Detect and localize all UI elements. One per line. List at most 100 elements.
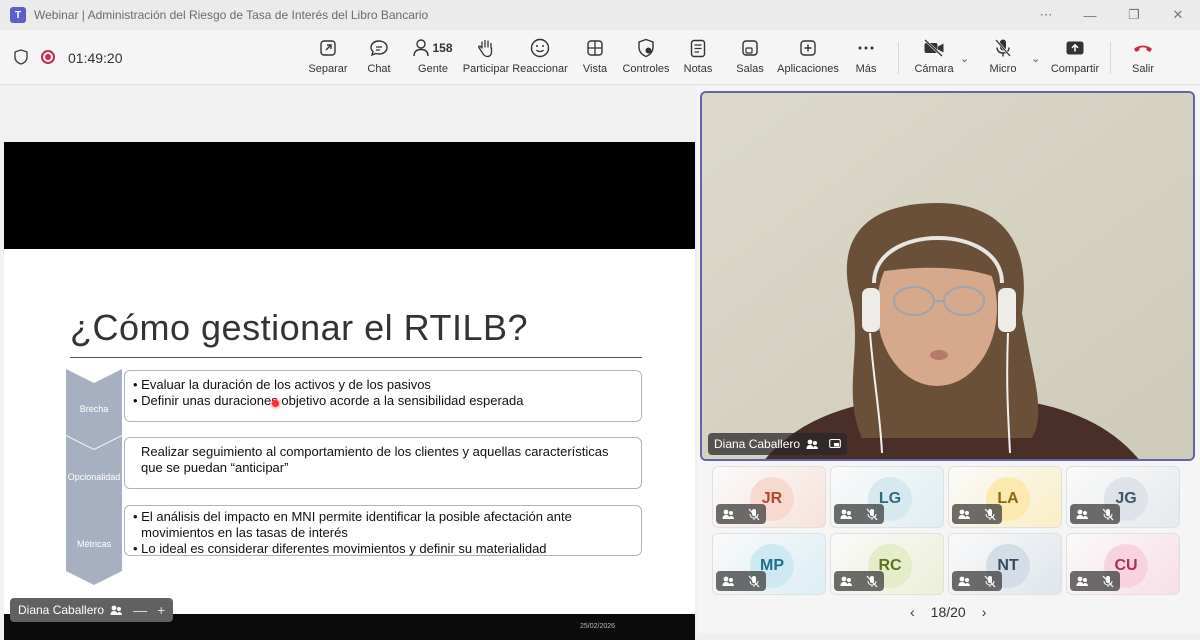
hang-up-icon <box>1132 38 1154 58</box>
participant-tile[interactable]: LA <box>948 466 1062 528</box>
aplicaciones-button[interactable]: Aplicaciones <box>777 38 839 80</box>
gente-button[interactable]: 158 Gente <box>410 38 456 80</box>
chat-button[interactable]: Chat <box>361 38 397 80</box>
slide-title-rule <box>70 357 642 358</box>
bullet-item: • El análisis del impacto en MNI permite… <box>133 509 572 540</box>
section-box-brecha: • Evaluar la duración de los activos y d… <box>124 370 642 422</box>
participant-tile[interactable]: CU <box>1066 533 1180 595</box>
laser-pointer <box>272 400 279 407</box>
gallery-pager: ‹ 18/20 › <box>902 604 994 620</box>
separar-label: Separar <box>308 63 348 75</box>
bullet-item: • Lo ideal es considerar diferentes movi… <box>133 541 547 556</box>
controles-button[interactable]: Controles <box>622 38 670 80</box>
more-icon <box>857 38 875 58</box>
micro-button[interactable]: Micro <box>985 38 1021 80</box>
more-options-icon[interactable]: ⋯ <box>1024 7 1068 23</box>
vista-button[interactable]: Vista <box>580 38 610 80</box>
meeting-toolbar: 01:49:20 Separar Chat 158 Gente Particip… <box>0 30 1200 85</box>
participant-status-badges <box>952 504 1002 524</box>
shield-settings-icon <box>637 38 655 58</box>
chat-icon <box>369 38 389 58</box>
zoom-in-button[interactable]: + <box>157 602 165 618</box>
aplicaciones-label: Aplicaciones <box>777 63 839 75</box>
participant-status-badges <box>952 571 1002 591</box>
toolbar-divider <box>1110 42 1111 74</box>
slide-date: 25/02/2026 <box>580 623 616 630</box>
vista-label: Vista <box>582 63 608 75</box>
salir-button[interactable]: Salir <box>1128 38 1158 80</box>
participant-tile[interactable]: JG <box>1066 466 1180 528</box>
participant-tile[interactable]: NT <box>948 533 1062 595</box>
mic-muted-icon <box>866 508 878 520</box>
notas-label: Notas <box>683 63 713 75</box>
participar-button[interactable]: Participar <box>463 38 509 80</box>
restore-button[interactable]: ❐ <box>1112 7 1156 23</box>
notes-icon <box>690 38 706 58</box>
window-titlebar: T Webinar | Administración del Riesgo de… <box>0 0 1200 30</box>
attendee-icon <box>840 576 853 586</box>
attendee-icon <box>958 576 971 586</box>
mic-options-chevron-icon[interactable]: ⌄ <box>1031 52 1040 65</box>
micro-label: Micro <box>989 63 1017 75</box>
mic-muted-icon <box>984 508 996 520</box>
camara-button[interactable]: Cámara <box>912 38 956 80</box>
screen-share-indicator-icon <box>829 438 841 449</box>
camara-label: Cámara <box>914 63 954 75</box>
speaker-video <box>702 93 1193 459</box>
raise-hand-icon <box>477 38 495 58</box>
section-label-brecha: Brecha <box>79 404 109 414</box>
reaccionar-button[interactable]: Reaccionar <box>512 38 568 80</box>
participant-tile[interactable]: JR <box>712 466 826 528</box>
reaccionar-label: Reaccionar <box>512 63 568 75</box>
people-count: 158 <box>432 41 453 55</box>
close-button[interactable]: ✕ <box>1156 7 1200 23</box>
video-gallery: Diana Caballero JR LG LA JG MP RC NT CU ‹ 18/20… <box>697 86 1200 633</box>
salas-label: Salas <box>736 63 764 75</box>
notas-button[interactable]: Notas <box>682 38 714 80</box>
camera-options-chevron-icon[interactable]: ⌄ <box>960 52 969 65</box>
attendee-icon <box>840 509 853 519</box>
participant-tile[interactable]: MP <box>712 533 826 595</box>
participant-tile[interactable]: LG <box>830 466 944 528</box>
popout-icon <box>319 38 337 58</box>
attendee-icon <box>958 509 971 519</box>
window-title: Webinar | Administración del Riesgo de T… <box>34 8 429 22</box>
minimize-button[interactable]: — <box>1068 8 1112 23</box>
teams-logo-icon: T <box>10 7 26 23</box>
mic-muted-icon <box>1102 508 1114 520</box>
mas-button[interactable]: Más <box>853 38 879 80</box>
window-controls: ⋯ — ❐ ✕ <box>1024 0 1200 30</box>
participant-status-badges <box>716 571 766 591</box>
speaker-video-tile[interactable]: Diana Caballero <box>700 91 1195 461</box>
meeting-timer: 01:49:20 <box>68 50 123 66</box>
section-box-opcionalidad: Realizar seguimiento al comportamiento d… <box>124 437 642 489</box>
separar-button[interactable]: Separar <box>306 38 350 80</box>
shared-content-stage: ¿Cómo gestionar el RTILB? Brecha • Evalu… <box>0 86 697 640</box>
section-box-metricas: • El análisis del impacto en MNI permite… <box>124 505 642 556</box>
mic-muted-icon <box>748 575 760 587</box>
controles-label: Controles <box>622 63 670 75</box>
add-apps-icon <box>799 38 817 58</box>
compartir-label: Compartir <box>1050 63 1100 75</box>
camera-off-icon <box>923 38 945 58</box>
section-label-metricas: Métricas <box>76 539 111 549</box>
bullet-item: • Evaluar la duración de los activos y d… <box>133 377 431 392</box>
gente-label: Gente <box>418 63 448 75</box>
toolbar-divider <box>898 42 899 74</box>
smiley-icon <box>530 38 550 58</box>
recording-indicator-icon <box>41 50 55 64</box>
previous-page-chevron-icon[interactable]: ‹ <box>910 604 915 620</box>
speaker-name-label: Diana Caballero <box>708 433 848 455</box>
zoom-out-button[interactable]: — <box>133 602 147 618</box>
salas-button[interactable]: Salas <box>735 38 765 80</box>
bullet-item: • Definir unas duraciones objetivo acord… <box>133 393 524 408</box>
mic-muted-icon <box>984 575 996 587</box>
participant-tile[interactable]: RC <box>830 533 944 595</box>
attendee-icon <box>1076 509 1089 519</box>
next-page-chevron-icon[interactable]: › <box>982 604 987 620</box>
presenter-name: Diana Caballero <box>18 603 105 617</box>
shield-icon[interactable] <box>14 49 28 65</box>
compartir-button[interactable]: Compartir <box>1050 38 1100 80</box>
participant-status-badges <box>834 571 884 591</box>
mic-muted-icon <box>748 508 760 520</box>
